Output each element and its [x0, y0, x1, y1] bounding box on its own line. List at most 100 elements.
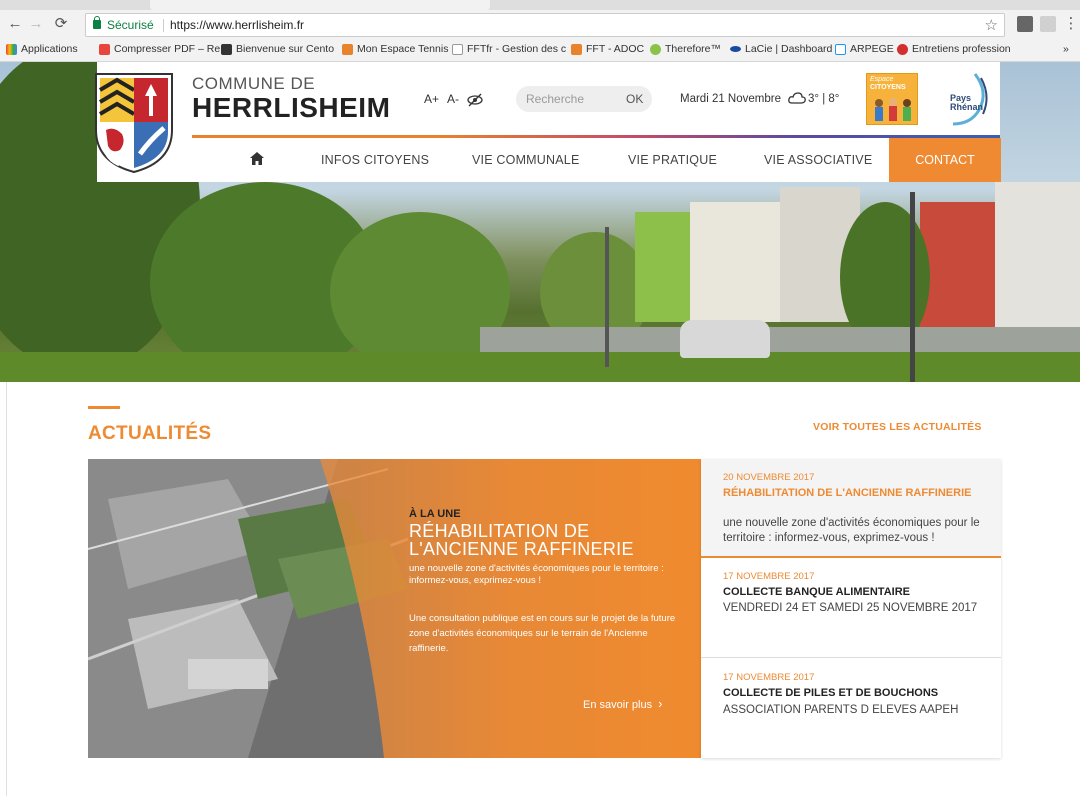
read-more-label: En savoir plus — [583, 699, 653, 711]
pays-rhenan-logo[interactable]: Pays Rhénan — [945, 72, 991, 128]
featured-subtitle: une nouvelle zone d'activités économique… — [409, 563, 664, 586]
hide-eye-icon[interactable] — [467, 93, 483, 107]
nav-vie-associative[interactable]: VIE ASSOCIATIVE — [764, 153, 872, 167]
bookmark-label: LaCie | Dashboard — [745, 43, 833, 55]
espace-citoyens-logo[interactable]: Espace CITOYENS — [866, 73, 918, 125]
hero-house — [635, 212, 695, 322]
document-icon — [452, 43, 463, 55]
news-desc: ASSOCIATION PARENTS D ELEVES AAPEH — [723, 704, 959, 716]
address-bar[interactable]: Sécurisé https://www.herrlisheim.fr ☆ — [85, 13, 1005, 37]
news-list: 20 NOVEMBRE 2017 RÉHABILITATION DE L'ANC… — [701, 459, 1001, 758]
chevron-right-icon: › — [658, 696, 663, 711]
news-desc: une nouvelle zone d'activités économique… — [723, 517, 980, 544]
news-title: COLLECTE BANQUE ALIMENTAIRE — [723, 586, 910, 598]
apps-grid-icon — [6, 43, 17, 55]
search-box: OK — [516, 86, 652, 112]
bookmark-favicon-icon — [99, 43, 110, 55]
news-date: 17 NOVEMBRE 2017 — [723, 672, 815, 683]
news-section-title: ACTUALITÉS — [88, 423, 212, 444]
section-accent-bar — [88, 406, 120, 409]
news-desc: VENDREDI 24 ET SAMEDI 25 NOVEMBRE 2017 — [723, 602, 978, 614]
bookmark-label: FFT - ADOC — [586, 43, 645, 55]
secure-label: Sécurisé — [107, 18, 154, 32]
see-all-news-link[interactable]: VOIR TOUTES LES ACTUALITÉS — [813, 421, 982, 433]
lock-icon — [93, 16, 101, 29]
bookmark-item[interactable]: Compresser PDF – Re — [99, 43, 220, 55]
bookmark-label: Therefore™ — [665, 43, 722, 55]
featured-kicker: À LA UNE — [409, 508, 461, 520]
nav-vie-pratique[interactable]: VIE PRATIQUE — [628, 153, 717, 167]
news-title: RÉHABILITATION DE L'ANCIENNE RAFFINERIE — [723, 487, 972, 499]
bookmark-favicon-icon — [730, 46, 741, 52]
nav-contact[interactable]: CONTACT — [889, 138, 1001, 182]
search-ok-button[interactable]: OK — [626, 92, 643, 106]
bookmark-label: Bienvenue sur Cento — [236, 43, 335, 55]
bookmark-label: FFTfr - Gestion des c — [467, 43, 567, 55]
page-edge-line — [6, 382, 7, 796]
commune-crest-logo[interactable] — [92, 70, 176, 174]
url-text[interactable]: https://www.herrlisheim.fr — [170, 18, 304, 32]
news-date: 17 NOVEMBRE 2017 — [723, 571, 815, 582]
espace-logo-text: Espace — [870, 76, 894, 83]
hero-grass — [0, 352, 1080, 382]
news-list-item[interactable]: 17 NOVEMBRE 2017 COLLECTE DE PILES ET DE… — [701, 659, 1001, 758]
extension-icon[interactable] — [1040, 16, 1056, 32]
address-row: ← → ⟳ Sécurisé https://www.herrlisheim.f… — [0, 12, 1080, 38]
commune-label: COMMUNE DE — [192, 74, 316, 93]
hero-house — [920, 202, 1000, 332]
nav-vie-communale[interactable]: VIE COMMUNALE — [472, 153, 579, 167]
active-tab[interactable] — [150, 0, 490, 10]
search-input[interactable] — [526, 91, 606, 107]
bookmark-item[interactable]: Bienvenue sur Cento — [221, 43, 334, 55]
news-list-item[interactable]: 17 NOVEMBRE 2017 COLLECTE BANQUE ALIMENT… — [701, 558, 1001, 658]
browser-chrome: ← → ⟳ Sécurisé https://www.herrlisheim.f… — [0, 0, 1080, 62]
bookmark-label: Entretiens profession — [912, 43, 1011, 55]
bookmark-star-icon[interactable]: ☆ — [985, 16, 998, 34]
bookmark-favicon-icon — [571, 43, 582, 55]
news-title: COLLECTE DE PILES ET DE BOUCHONS — [723, 687, 939, 699]
tab-strip — [0, 0, 1080, 10]
bookmarks-more[interactable]: » — [1063, 43, 1069, 55]
nav-infos-citoyens[interactable]: INFOS CITOYENS — [321, 153, 429, 167]
espace-logo-text: CITOYENS — [870, 84, 906, 91]
bookmark-favicon-icon — [221, 43, 232, 55]
extension-icon[interactable] — [1017, 16, 1033, 32]
reload-icon[interactable]: ⟳ — [52, 15, 70, 33]
bookmark-item[interactable]: Mon Espace Tennis — [342, 43, 448, 55]
forward-icon[interactable]: → — [27, 15, 45, 33]
hero-house — [690, 202, 780, 322]
font-decrease-button[interactable]: A- — [447, 92, 459, 106]
weather-temperatures: 3° | 8° — [808, 93, 840, 105]
cloud-icon — [788, 92, 806, 104]
citizens-illustration-icon — [875, 98, 911, 121]
featured-title[interactable]: RÉHABILITATION DE L'ANCIENNE RAFFINERIE — [409, 522, 699, 558]
bookmark-item[interactable]: FFT - ADOC — [571, 43, 644, 55]
bookmark-apps[interactable]: Applications — [6, 43, 78, 55]
bookmark-label: Compresser PDF – Re — [114, 43, 221, 55]
commune-name[interactable]: HERRLISHEIM — [192, 92, 390, 124]
bookmark-item[interactable]: Entretiens profession — [897, 43, 1011, 55]
bookmark-item[interactable]: LaCie | Dashboard — [730, 43, 832, 55]
menu-icon[interactable]: ⋮ — [1062, 15, 1080, 33]
bookmark-label: ARPEGE — [850, 43, 894, 55]
hero-lamp — [910, 192, 915, 382]
bookmark-favicon-icon — [650, 43, 661, 55]
bookmark-favicon-icon — [835, 43, 846, 55]
back-icon[interactable]: ← — [6, 15, 24, 33]
bookmarks-bar: Applications Compresser PDF – Re Bienven… — [0, 40, 1080, 60]
featured-news-card[interactable]: À LA UNE RÉHABILITATION DE L'ANCIENNE RA… — [88, 459, 701, 758]
bookmark-item[interactable]: ARPEGE — [835, 43, 894, 55]
hero-lamp — [605, 227, 609, 367]
bookmark-label: Mon Espace Tennis — [357, 43, 449, 55]
bookmark-favicon-icon — [342, 43, 353, 55]
home-icon[interactable] — [250, 152, 264, 165]
bookmark-favicon-icon — [897, 43, 908, 55]
orange-gradient-overlay — [320, 459, 701, 758]
bookmark-item[interactable]: Therefore™ — [650, 43, 721, 55]
read-more-link[interactable]: En savoir plus › — [583, 696, 662, 711]
hero-car — [680, 320, 770, 358]
news-list-item[interactable]: 20 NOVEMBRE 2017 RÉHABILITATION DE L'ANC… — [701, 459, 1001, 558]
omnibox-separator — [163, 19, 164, 32]
bookmark-item[interactable]: FFTfr - Gestion des c — [452, 43, 566, 55]
font-increase-button[interactable]: A+ — [424, 92, 439, 106]
